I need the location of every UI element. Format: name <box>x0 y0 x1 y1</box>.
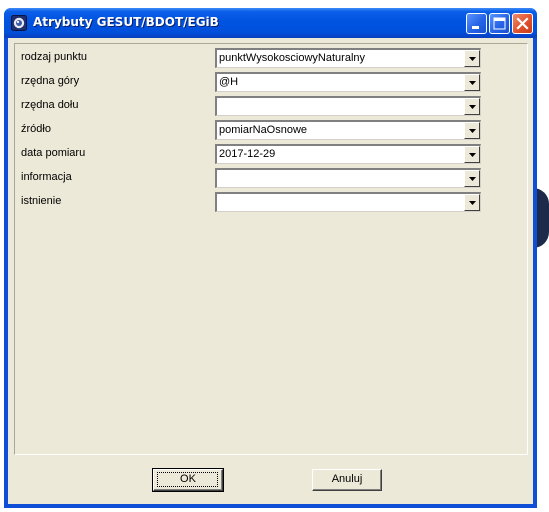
chevron-down-icon <box>469 105 476 109</box>
attribute-label: informacja <box>21 171 72 183</box>
attribute-combobox[interactable] <box>215 96 481 116</box>
chevron-down-icon <box>469 201 476 205</box>
attribute-label: data pomiaru <box>21 147 86 159</box>
dropdown-button[interactable] <box>464 146 480 163</box>
dropdown-button[interactable] <box>464 170 480 187</box>
attribute-combobox[interactable]: pomiarNaOsnowe <box>215 120 481 140</box>
attribute-row: rzędna góry @H <box>15 71 527 95</box>
chevron-down-icon <box>469 177 476 181</box>
cancel-button[interactable]: Anuluj <box>312 469 382 491</box>
app-icon <box>11 15 27 31</box>
attribute-combobox[interactable] <box>215 192 481 212</box>
dropdown-button[interactable] <box>464 194 480 211</box>
attribute-row: rodzaj punktu punktWysokosciowyNaturalny <box>15 47 527 71</box>
cancel-button-label: Anuluj <box>331 473 363 485</box>
chevron-down-icon <box>469 81 476 85</box>
ok-button-label: OK <box>180 473 196 485</box>
attributes-panel: rodzaj punktu punktWysokosciowyNaturalny r… <box>14 43 528 455</box>
window-title: Atrybuty GESUT/BDOT/EGiB <box>33 15 219 29</box>
attribute-combobox[interactable]: @H <box>215 72 481 92</box>
attribute-value: @H <box>219 76 239 88</box>
attribute-combobox[interactable]: punktWysokosciowyNaturalny <box>215 48 481 68</box>
attribute-label: rodzaj punktu <box>21 51 88 63</box>
dialog-window: Atrybuty GESUT/BDOT/EGiB rodzaj punktu pu… <box>4 8 537 508</box>
chevron-down-icon <box>469 129 476 133</box>
attribute-row: źródło pomiarNaOsnowe <box>15 119 527 143</box>
close-button[interactable] <box>512 13 533 34</box>
chevron-down-icon <box>469 153 476 157</box>
attribute-combobox[interactable] <box>215 168 481 188</box>
maximize-button[interactable] <box>489 13 510 34</box>
attribute-label: rzędna dołu <box>21 99 79 111</box>
minimize-button[interactable] <box>466 13 487 34</box>
dropdown-button[interactable] <box>464 98 480 115</box>
attribute-row: data pomiaru 2017-12-29 <box>15 143 527 167</box>
attribute-row: rzędna dołu <box>15 95 527 119</box>
title-bar[interactable]: Atrybuty GESUT/BDOT/EGiB <box>4 8 537 38</box>
attribute-label: rzędna góry <box>21 75 80 87</box>
dropdown-button[interactable] <box>464 50 480 67</box>
dropdown-button[interactable] <box>464 122 480 139</box>
attribute-row: informacja <box>15 167 527 191</box>
dialog-client-area: rodzaj punktu punktWysokosciowyNaturalny r… <box>8 38 533 504</box>
minimize-icon <box>472 26 479 29</box>
chevron-down-icon <box>469 57 476 61</box>
attribute-row: istnienie <box>15 191 527 215</box>
attribute-combobox[interactable]: 2017-12-29 <box>215 144 481 164</box>
attribute-value: punktWysokosciowyNaturalny <box>219 52 366 64</box>
maximize-icon <box>493 17 506 30</box>
attribute-value: 2017-12-29 <box>219 148 276 160</box>
close-icon <box>516 17 529 30</box>
dropdown-button[interactable] <box>464 74 480 91</box>
attribute-label: źródło <box>21 123 51 135</box>
ok-button[interactable]: OK <box>152 468 224 492</box>
attribute-label: istnienie <box>21 195 62 207</box>
attribute-value: pomiarNaOsnowe <box>219 124 308 136</box>
